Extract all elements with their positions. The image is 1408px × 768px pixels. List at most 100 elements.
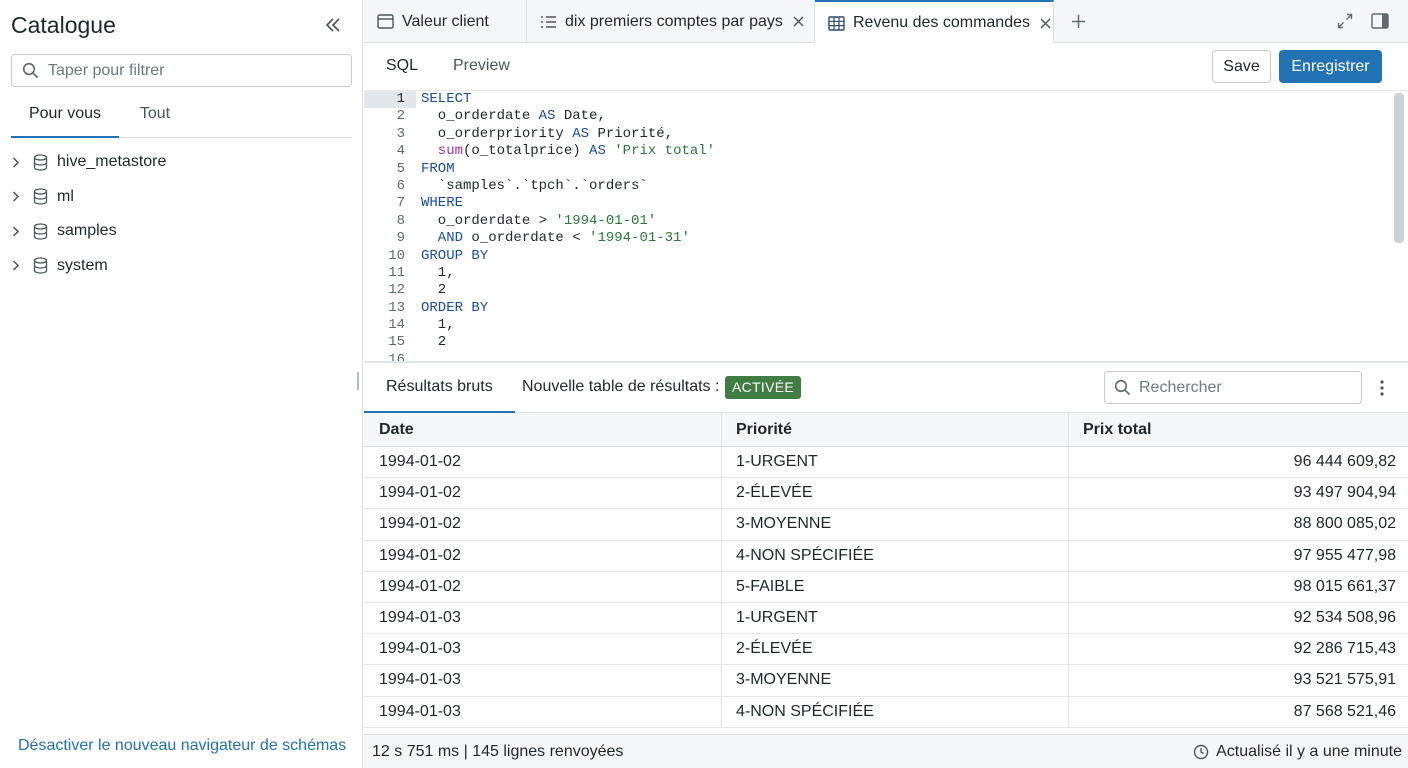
code-line[interactable]: 2 — [421, 334, 715, 351]
code-line[interactable]: 1, — [421, 265, 715, 282]
plus-icon — [1071, 14, 1085, 28]
code-line[interactable]: ORDER BY — [421, 300, 715, 317]
table-header-row: Date Priorité Prix total — [364, 413, 1408, 447]
table-cell: 1994-01-02 — [364, 478, 722, 509]
code-line[interactable]: SELECT — [421, 91, 715, 108]
sql-keyword: WHERE — [421, 195, 464, 212]
add-tab-button[interactable] — [1068, 11, 1088, 31]
results-search-input[interactable] — [1139, 378, 1349, 397]
code-line[interactable]: sum(o_totalprice) AS 'Prix total' — [421, 143, 715, 160]
sidebar-resize-handle[interactable] — [357, 372, 359, 390]
column-header-priority[interactable]: Priorité — [722, 413, 1069, 446]
status-badge[interactable]: ACTIVÉE — [725, 376, 802, 399]
save-button[interactable]: Save — [1212, 50, 1271, 83]
sql-editor[interactable]: 1 2 3 4 5 6 7 8 9 10 11 12 13 14 15 16 S… — [364, 91, 1408, 361]
table-cell: 2-ÉLEVÉE — [722, 478, 1069, 509]
tree-item-system[interactable]: system — [0, 249, 362, 284]
tab-revenu-des-commandes[interactable]: Revenu des commandes — [815, 0, 1054, 44]
code-line[interactable]: 2 — [421, 282, 715, 299]
table-row[interactable]: 1994-01-03 2-ÉLEVÉE 92 286 715,43 — [364, 634, 1408, 666]
table-row[interactable]: 1994-01-02 3-MOYENNE 88 800 085,02 — [364, 509, 1408, 541]
expand-button[interactable] — [1335, 11, 1355, 31]
table-row[interactable]: 1994-01-02 2-ÉLEVÉE 93 497 904,94 — [364, 478, 1408, 510]
chevron-right-icon[interactable] — [10, 191, 22, 203]
sql-text: 1, — [421, 264, 455, 281]
code-line[interactable]: GROUP BY — [421, 248, 715, 265]
catalog-sidebar: Catalogue Pour vous Tout hive_metastore … — [0, 0, 363, 768]
table-row[interactable]: 1994-01-02 4-NON SPÉCIFIÉE 97 955 477,98 — [364, 540, 1408, 572]
code-line[interactable]: WHERE — [421, 195, 715, 212]
chevron-right-icon[interactable] — [10, 260, 22, 272]
results-table: Date Priorité Prix total 1994-01-02 1-UR… — [364, 413, 1408, 728]
table-row[interactable]: 1994-01-03 3-MOYENNE 93 521 575,91 — [364, 665, 1408, 697]
enregistrer-button[interactable]: Enregistrer — [1279, 50, 1382, 83]
disable-schema-browser-link[interactable]: Désactiver le nouveau navigateur de sché… — [18, 737, 346, 755]
line-number: 8 — [396, 212, 405, 229]
code-line[interactable]: o_orderdate AS Date, — [421, 108, 715, 125]
chevron-right-icon[interactable] — [10, 225, 22, 237]
code-line[interactable]: FROM — [421, 161, 715, 178]
close-icon[interactable] — [1040, 18, 1051, 29]
catalog-filter[interactable] — [11, 54, 352, 87]
table-cell: 93 521 575,91 — [1293, 671, 1396, 689]
tab-raw-results[interactable]: Résultats bruts — [364, 363, 515, 413]
table-icon — [828, 15, 845, 31]
code-line[interactable]: o_orderpriority AS Priorité, — [421, 126, 715, 143]
chevron-right-icon[interactable] — [10, 156, 22, 168]
more-options-button[interactable] — [1372, 376, 1392, 400]
table-cell: 1994-01-02 — [364, 447, 722, 478]
tab-dix-premiers-comptes[interactable]: dix premiers comptes par pays — [527, 0, 815, 43]
tab-all[interactable]: Tout — [129, 97, 181, 138]
tab-valeur-client[interactable]: Valeur client — [364, 0, 527, 43]
clock-icon — [1193, 744, 1209, 760]
tree-item-label: system — [57, 256, 108, 274]
database-icon — [32, 188, 48, 206]
tree-item-label: hive_metastore — [57, 153, 167, 171]
collapse-sidebar-button[interactable] — [321, 14, 345, 36]
sql-keyword: AS — [572, 125, 590, 142]
results-search[interactable] — [1104, 371, 1362, 404]
side-panel-icon — [1371, 13, 1389, 29]
sql-function: sum — [421, 143, 464, 160]
tab-preview[interactable]: Preview — [453, 57, 510, 75]
tab-sql[interactable]: SQL — [386, 57, 418, 75]
column-header-total-price[interactable]: Prix total — [1069, 413, 1408, 446]
code-line[interactable]: 1, — [421, 317, 715, 334]
new-results-table-label: Nouvelle table de résultats : — [522, 378, 720, 395]
code-line[interactable]: AND o_orderdate < '1994-01-31' — [421, 230, 715, 247]
catalog-filter-input[interactable] — [48, 61, 338, 80]
close-icon[interactable] — [793, 16, 804, 27]
sql-keyword: AS — [538, 108, 556, 125]
table-cell: 1994-01-02 — [364, 540, 722, 571]
sql-text: Date, — [555, 108, 606, 125]
table-cell: 2-ÉLEVÉE — [722, 634, 1069, 665]
tree-item-label: samples — [57, 222, 117, 240]
tree-item-label: ml — [57, 187, 74, 205]
code-line[interactable]: `samples`.`tpch`.`orders` — [421, 178, 715, 195]
database-icon — [32, 153, 48, 171]
table-cell: 92 534 508,96 — [1293, 609, 1396, 627]
code-line[interactable]: o_orderdate > '1994-01-01' — [421, 213, 715, 230]
tab-for-you[interactable]: Pour vous — [11, 97, 119, 138]
results-toolbar: Résultats bruts Nouvelle table de résult… — [364, 363, 1408, 413]
table-row[interactable]: 1994-01-02 5-FAIBLE 98 015 661,37 — [364, 571, 1408, 603]
code-content[interactable]: SELECT o_orderdate AS Date, o_orderprior… — [421, 91, 715, 352]
editor-scrollbar[interactable] — [1394, 93, 1404, 243]
sql-text: o_orderdate — [421, 108, 539, 125]
table-cell: 1994-01-02 — [364, 509, 722, 540]
tree-item-ml[interactable]: ml — [0, 180, 362, 215]
sql-keyword: GROUP BY — [421, 247, 489, 264]
table-row[interactable]: 1994-01-03 1-URGENT 92 534 508,96 — [364, 602, 1408, 635]
sql-text: o_orderdate < — [463, 230, 590, 247]
table-cell: 1994-01-03 — [364, 634, 722, 665]
tree-item-hive-metastore[interactable]: hive_metastore — [0, 145, 362, 180]
table-cell: 3-MOYENNE — [722, 665, 1069, 696]
line-number: 11 — [388, 264, 405, 281]
table-row[interactable]: 1994-01-02 1-URGENT 96 444 609,82 — [364, 447, 1408, 479]
sql-text: Priorité, — [589, 125, 674, 142]
column-header-date[interactable]: Date — [364, 413, 722, 446]
refresh-status-text: Actualisé il y a une minute — [1216, 743, 1402, 760]
table-row[interactable]: 1994-01-03 4-NON SPÉCIFIÉE 87 568 521,46 — [364, 696, 1408, 728]
toggle-panel-button[interactable] — [1370, 11, 1390, 31]
tree-item-samples[interactable]: samples — [0, 214, 362, 249]
